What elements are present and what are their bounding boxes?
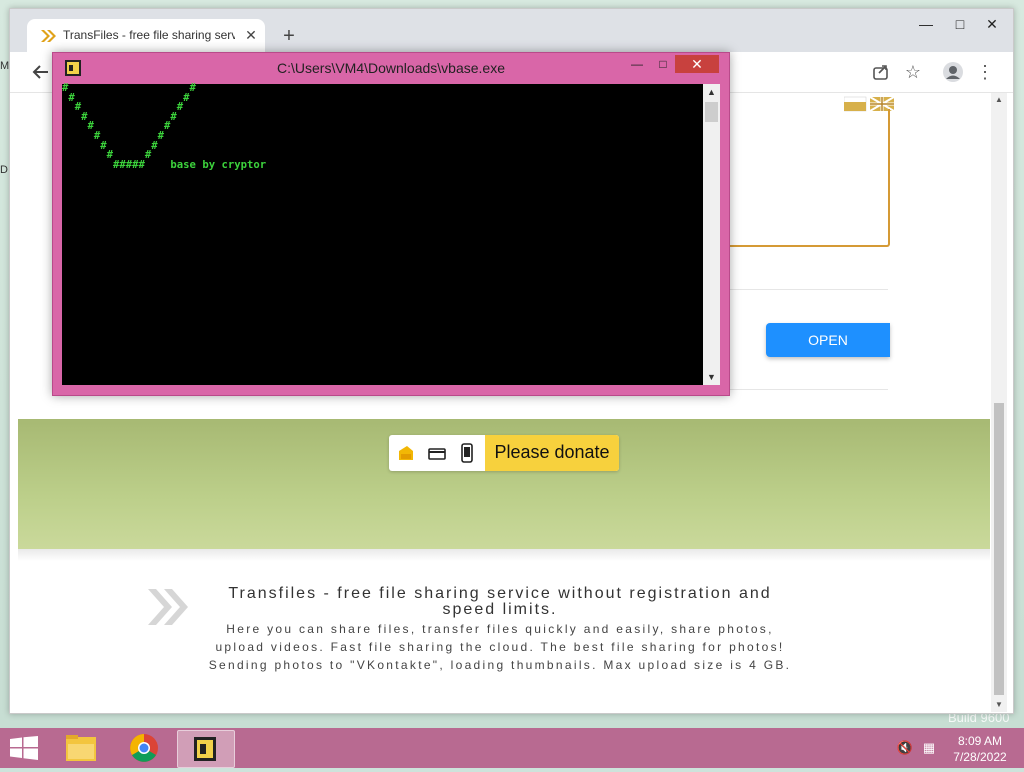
console-window: C:\Users\VM4\Downloads\vbase.exe — □ ✕ #… <box>52 52 730 396</box>
tab-close-icon[interactable]: ✕ <box>241 25 261 45</box>
network-icon[interactable]: ▦ <box>920 739 938 757</box>
tab-transfiles[interactable]: TransFiles - free file sharing service ✕ <box>27 19 265 52</box>
console-app-icon <box>65 60 81 76</box>
console-maximize-button[interactable]: □ <box>649 55 677 73</box>
tab-strip: TransFiles - free file sharing service ✕… <box>10 9 1013 52</box>
scrollbar-thumb[interactable] <box>994 403 1004 695</box>
transfiles-favicon-icon <box>41 30 56 42</box>
console-scroll-thumb[interactable] <box>705 102 718 122</box>
menu-kebab-icon[interactable]: ⋮ <box>974 61 996 83</box>
clock-time: 8:09 AM <box>957 734 1003 748</box>
console-scroll-up-icon[interactable]: ▲ <box>703 84 720 100</box>
open-button[interactable]: OPEN <box>766 323 890 357</box>
page-scrollbar[interactable]: ▲ ▼ <box>991 93 1007 712</box>
phone-icon <box>456 442 478 464</box>
donate-widget[interactable]: Please donate <box>389 435 619 471</box>
transfiles-logo-icon <box>148 589 188 625</box>
volume-muted-icon[interactable]: 🔇 <box>896 739 914 757</box>
footer-title: Transfiles - free file sharing service w… <box>228 585 772 618</box>
console-minimize-button[interactable]: — <box>623 55 651 73</box>
footer-description: Here you can share files, transfer files… <box>208 622 792 672</box>
section-shadow <box>18 549 990 561</box>
console-scroll-down-icon[interactable]: ▼ <box>703 369 720 385</box>
new-tab-button[interactable]: + <box>278 26 300 48</box>
console-output-area[interactable]: # # # # # # # # # # # # # # # # ##### ba… <box>62 82 703 385</box>
console-close-button[interactable]: ✕ <box>675 55 719 73</box>
chrome-icon <box>130 734 158 762</box>
browser-minimize-button[interactable]: — <box>910 13 942 35</box>
console-titlebar[interactable]: C:\Users\VM4\Downloads\vbase.exe — □ ✕ <box>53 53 729 81</box>
clock-date: 7/28/2022 <box>953 750 1007 764</box>
scroll-up-arrow-icon[interactable]: ▲ <box>991 93 1007 107</box>
taskbar-console-app[interactable] <box>177 730 235 768</box>
back-arrow-icon[interactable] <box>30 61 52 83</box>
windows-start-icon[interactable] <box>10 736 38 760</box>
console-scrollbar[interactable]: ▲ ▼ <box>703 84 720 385</box>
browser-close-button[interactable]: ✕ <box>972 13 1012 35</box>
taskbar: 🔇 ▦ 8:09 AM 7/28/2022 <box>0 728 1024 768</box>
folder-icon <box>66 735 96 761</box>
taskbar-chrome[interactable] <box>116 730 172 766</box>
profile-avatar-icon[interactable] <box>942 61 964 83</box>
console-taskbar-icon <box>194 737 216 761</box>
tab-title: TransFiles - free file sharing service <box>63 28 235 42</box>
console-title: C:\Users\VM4\Downloads\vbase.exe <box>277 60 505 76</box>
donate-label[interactable]: Please donate <box>485 435 619 471</box>
card-icon <box>426 442 448 464</box>
taskbar-file-explorer[interactable] <box>54 730 110 766</box>
system-clock[interactable]: 8:09 AM 7/28/2022 <box>944 733 1016 765</box>
donate-band: Please donate <box>18 419 990 549</box>
wallet-icon <box>395 442 417 464</box>
bookmark-star-icon[interactable]: ☆ <box>902 61 924 83</box>
share-icon[interactable] <box>870 61 892 83</box>
console-output: # # # # # # # # # # # # # # # # ##### ba… <box>62 82 267 171</box>
scroll-down-arrow-icon[interactable]: ▼ <box>991 698 1007 712</box>
